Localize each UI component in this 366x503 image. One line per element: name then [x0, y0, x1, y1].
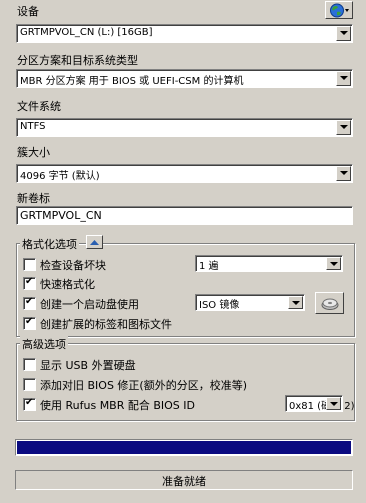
passes-select[interactable]: 1 遍 — [195, 255, 343, 272]
chevron-down-icon[interactable] — [326, 397, 341, 410]
filesystem-select[interactable]: NTFS — [16, 118, 353, 137]
cluster-value: 4096 字节 (默认) — [20, 171, 100, 182]
partition-label: 分区方案和目标系统类型 — [17, 54, 138, 67]
device-select[interactable]: GRTMPVOL_CN (L:) [16GB] — [16, 24, 353, 43]
quick-format-label: 快速格式化 — [40, 278, 95, 291]
show-usb-checkbox[interactable] — [23, 358, 36, 371]
bootable-label: 创建一个启动盘使用 — [40, 298, 139, 311]
volume-label: 新卷标 — [17, 192, 50, 205]
partition-value: MBR 分区方案 用于 BIOS 或 UEFI-CSM 的计算机 — [20, 76, 244, 87]
progress-fill — [17, 441, 351, 454]
cluster-label: 簇大小 — [17, 146, 50, 159]
chevron-down-icon[interactable] — [288, 296, 303, 309]
device-label: 设备 — [17, 5, 39, 18]
bootable-checkbox[interactable] — [23, 295, 36, 310]
globe-icon — [330, 3, 349, 18]
check-bad-blocks-checkbox[interactable] — [23, 258, 36, 271]
chevron-down-icon[interactable] — [336, 71, 351, 86]
boot-type-select[interactable]: ISO 镜像 — [195, 294, 305, 311]
show-usb-label: 显示 USB 外置硬盘 — [40, 359, 136, 372]
device-value: GRTMPVOL_CN (L:) [16GB] — [20, 27, 153, 38]
check-bad-blocks-label: 检查设备坏块 — [40, 259, 106, 272]
filesystem-label: 文件系统 — [17, 100, 61, 113]
toggle-format-options-button[interactable] — [86, 235, 103, 249]
extended-label-checkbox[interactable] — [23, 315, 36, 330]
volume-label-input[interactable] — [16, 206, 353, 225]
chevron-up-icon — [90, 240, 99, 245]
bios-fix-checkbox[interactable] — [23, 378, 36, 391]
quick-format-checkbox[interactable] — [23, 275, 36, 290]
cluster-select[interactable]: 4096 字节 (默认) — [16, 164, 353, 183]
status-bar: 准备就绪 — [15, 470, 353, 490]
extended-label-label: 创建扩展的标签和图标文件 — [40, 318, 172, 331]
partition-select[interactable]: MBR 分区方案 用于 BIOS 或 UEFI-CSM 的计算机 — [16, 69, 353, 88]
language-button[interactable] — [325, 1, 353, 19]
boot-type-value: ISO 镜像 — [199, 300, 240, 311]
disc-drive-icon — [321, 298, 339, 310]
bios-id-value: 0x81 (磁盘 2) — [289, 401, 355, 412]
chevron-down-icon[interactable] — [336, 166, 351, 181]
chevron-down-icon[interactable] — [336, 120, 351, 135]
format-options-title: 格式化选项 — [20, 236, 79, 252]
rufus-mbr-label: 使用 Rufus MBR 配合 BIOS ID — [40, 399, 196, 412]
chevron-down-icon[interactable] — [326, 257, 341, 270]
status-text: 准备就绪 — [162, 475, 206, 488]
filesystem-value: NTFS — [20, 121, 46, 132]
bios-id-select[interactable]: 0x81 (磁盘 2) — [285, 395, 355, 412]
passes-value: 1 遍 — [199, 261, 219, 272]
progress-bar — [15, 439, 353, 456]
bios-fix-label: 添加对旧 BIOS 修正(额外的分区，校准等) — [40, 379, 248, 392]
advanced-options-title: 高级选项 — [20, 336, 68, 352]
chevron-down-icon[interactable] — [336, 26, 351, 41]
rufus-mbr-checkbox[interactable] — [23, 396, 36, 411]
format-options-label: 格式化选项 — [22, 238, 77, 251]
select-image-button[interactable] — [315, 292, 344, 314]
